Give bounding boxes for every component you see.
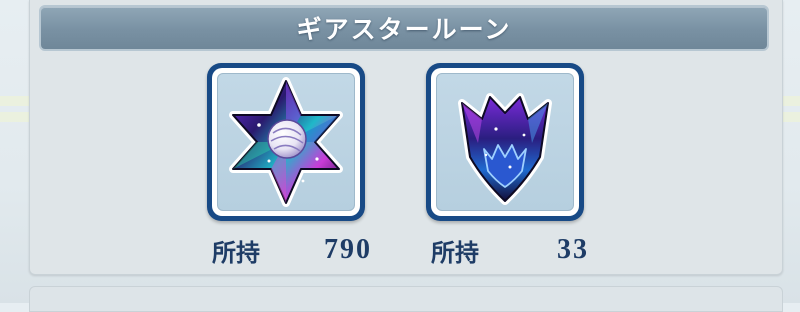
star-rune-count-row: 所持 790 [212, 232, 372, 268]
owned-count: 33 [557, 234, 589, 265]
crown-rune-card[interactable] [426, 63, 584, 221]
owned-label: 所持 [431, 238, 479, 267]
title-bar: ギアスタールーン [39, 5, 769, 51]
owned-count: 790 [324, 234, 372, 265]
crown-rune-icon [458, 93, 552, 205]
panel-title: ギアスタールーン [296, 15, 512, 44]
owned-label: 所持 [212, 238, 260, 267]
next-panel-edge [29, 286, 783, 312]
star-rune-card[interactable] [207, 63, 365, 221]
star-rune-icon [229, 77, 343, 207]
crown-rune-count-row: 所持 33 [431, 232, 589, 268]
